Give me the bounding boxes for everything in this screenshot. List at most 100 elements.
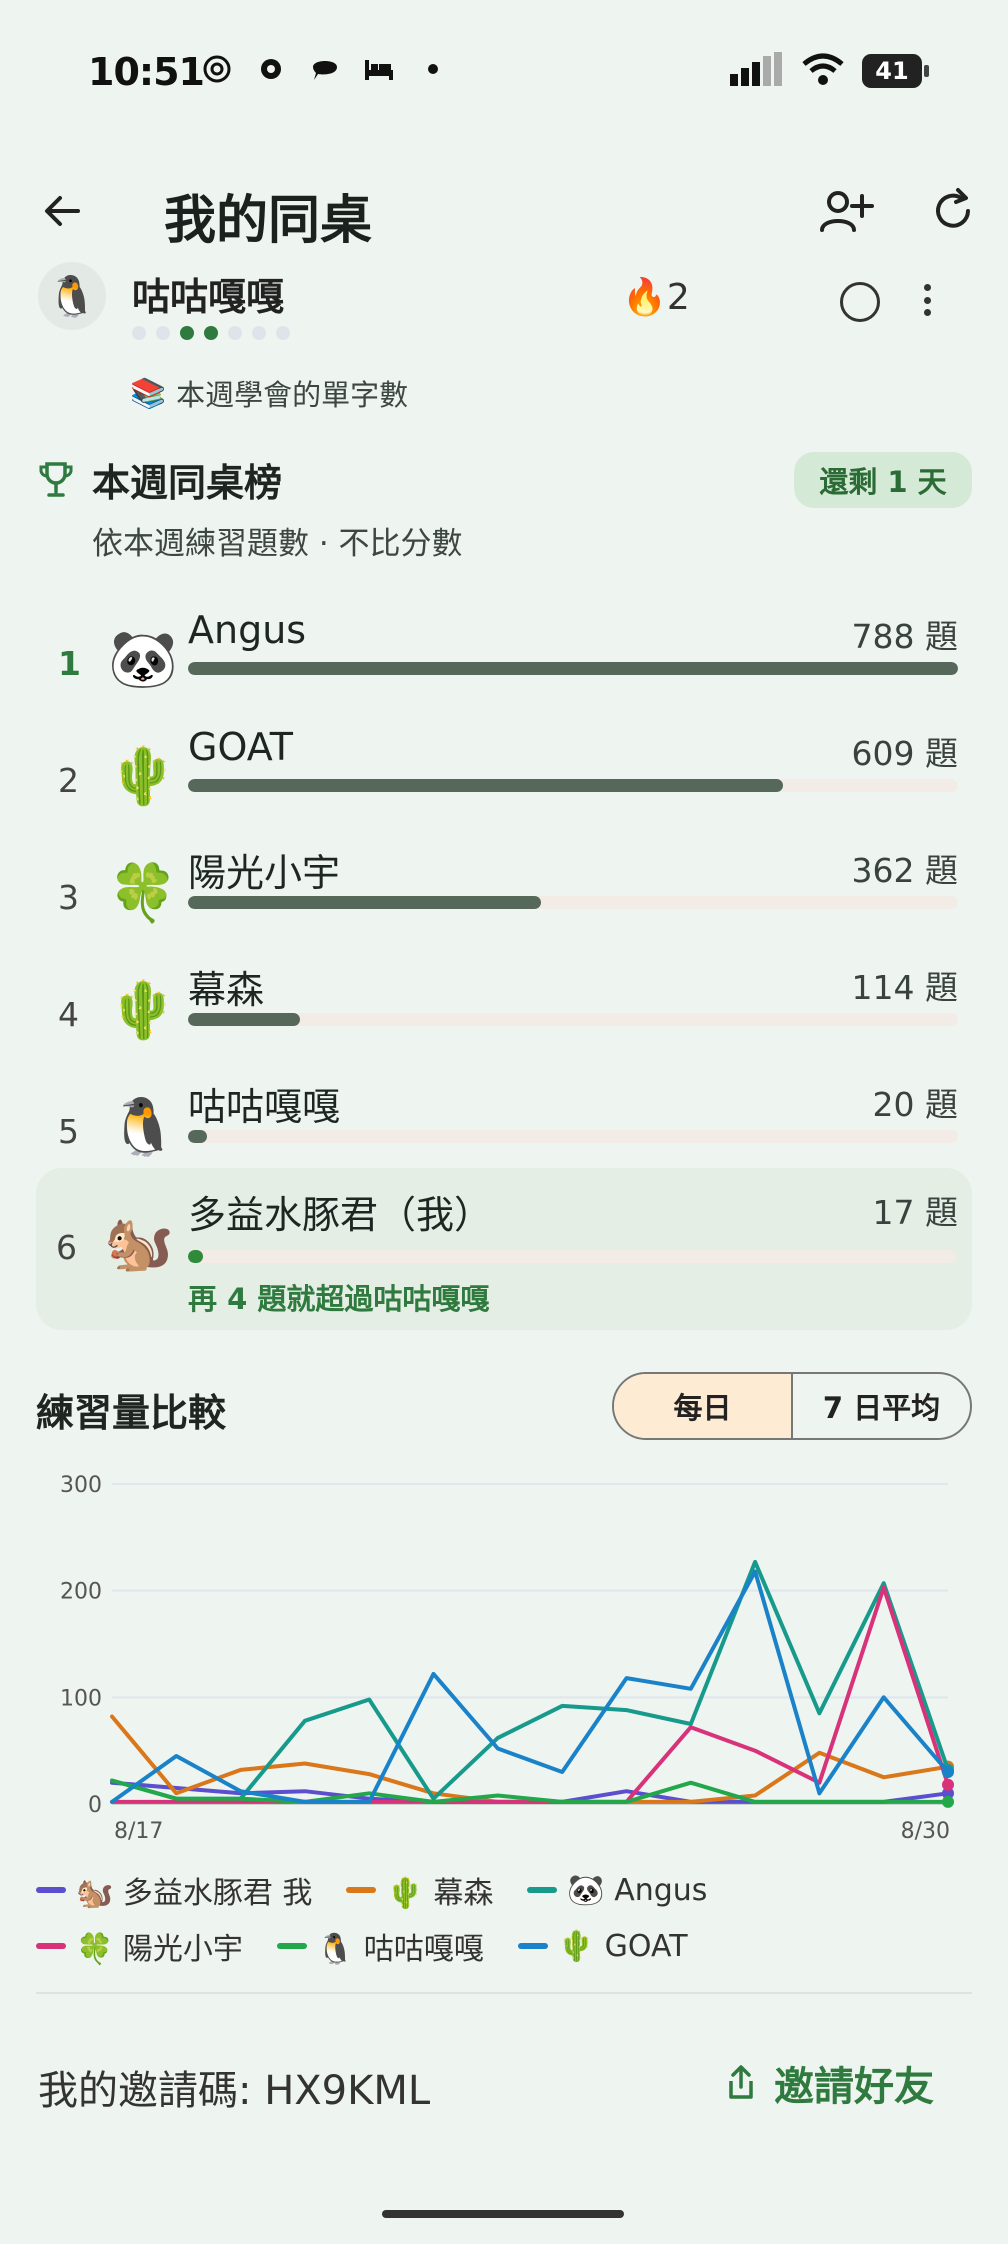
activity-dot (276, 326, 290, 340)
progress-track (188, 779, 958, 792)
refresh-button[interactable] (928, 186, 978, 236)
member-name: 陽光小宇 (188, 851, 341, 895)
leaderboard-row[interactable]: 2 🌵 GOAT 609 題 (38, 721, 972, 837)
y-tick-label: 200 (60, 1580, 102, 1605)
leaderboard-row[interactable]: 3 🍀 陽光小宇 362 題 (38, 838, 972, 954)
overtake-hint: 再 4 題就超過咕咕嘎嘎 (188, 1282, 490, 1316)
legend-item: 🐼 Angus (527, 1873, 707, 1908)
kebab-dot (923, 296, 931, 304)
progress-fill (188, 662, 958, 675)
progress-track (188, 1013, 958, 1026)
activity-dot (156, 326, 170, 340)
add-friend-button[interactable] (818, 186, 874, 236)
my-leaderboard-row[interactable]: 6 🐿️ 多益水豚君（我） 17 題 再 4 題就超過咕咕嘎嘎 (36, 1168, 972, 1330)
question-count: 17 題 (872, 1193, 958, 1232)
legend-label: 🐿️ 多益水豚君 我 (76, 1876, 313, 1911)
kebab-dot (923, 309, 931, 316)
more-notifications-icon (416, 52, 450, 86)
question-count: 788 題 (851, 617, 958, 656)
series-end-point (942, 1795, 954, 1808)
streak-badge: 🔥2 (622, 277, 690, 318)
legend-swatch (346, 1887, 377, 1893)
activity-dot (204, 326, 218, 340)
person-add-icon (820, 191, 874, 232)
notification-icons (200, 52, 450, 86)
series-line (110, 1559, 950, 1801)
member-name: GOAT (188, 725, 293, 769)
member-name: 幕森 (188, 968, 265, 1012)
squirrel-avatar-icon: 🐿️ (104, 1211, 174, 1276)
invite-friends-button[interactable]: 邀請好友 (726, 2054, 934, 2112)
system-status: 41 (730, 52, 929, 90)
legend-item: 🌵 GOAT (517, 1928, 688, 1964)
weekly-words-row: 📚 本週學會的單字數 (130, 372, 408, 414)
tab-daily[interactable]: 每日 (614, 1374, 793, 1438)
chart-legend-row: 🐿️ 多益水豚君 我 🌵 幕森 🐼 Angus (36, 1868, 976, 1912)
period-toggle: 每日 7 日平均 (612, 1372, 972, 1440)
comparison-title: 練習量比較 (36, 1391, 227, 1435)
progress-fill (188, 896, 542, 909)
cactus-avatar-icon: 🌵 (108, 744, 178, 809)
y-tick-label: 0 (88, 1793, 102, 1818)
signal-icon (730, 52, 784, 90)
weekly-activity-dots (132, 326, 290, 340)
question-count: 20 題 (872, 1085, 958, 1124)
member-name: 咕咕嘎嘎 (188, 1085, 341, 1129)
activity-dot (252, 326, 266, 340)
question-count: 114 題 (851, 968, 958, 1007)
member-name: 多益水豚君（我） (188, 1193, 493, 1237)
more-options-button[interactable] (912, 280, 942, 320)
progress-track (188, 662, 958, 675)
weekly-words-label: 本週學會的單字數 (176, 378, 409, 412)
friend-name[interactable]: 咕咕嘎嘎 (132, 266, 284, 321)
refresh-icon (936, 188, 970, 228)
practice-line-chart: 0 100 200 300 8/17 8/30 (60, 1473, 954, 1844)
days-left-badge: 還剩 1 天 (794, 452, 972, 508)
legend-swatch (517, 1943, 548, 1949)
penguin-avatar-icon: 🐧 (108, 1095, 178, 1160)
friend-avatar[interactable]: 🐧 (38, 262, 106, 330)
progress-fill (188, 1250, 204, 1263)
leaderboard-row[interactable]: 1 🐼 Angus 788 題 (38, 604, 972, 720)
share-icon (729, 2065, 753, 2099)
settings-cog-icon (254, 52, 288, 86)
wifi-icon (802, 52, 844, 90)
chat-bubble-icon (308, 52, 342, 86)
activity-dot (180, 326, 194, 340)
progress-fill (188, 1013, 300, 1026)
arrow-left-icon (45, 196, 80, 226)
rank-number: 4 (58, 995, 79, 1034)
progress-fill (188, 779, 784, 792)
books-icon: 📚 (130, 375, 167, 410)
rank-number: 2 (58, 761, 79, 800)
kebab-dot (923, 284, 931, 291)
legend-label: 🌵 幕森 (386, 1876, 494, 1911)
trophy-icon (38, 460, 74, 500)
legend-swatch (527, 1887, 558, 1893)
home-indicator[interactable] (382, 2210, 624, 2218)
y-tick-label: 300 (60, 1473, 102, 1498)
back-button[interactable] (38, 186, 88, 236)
legend-item: 🍀 陽光小宇 (36, 1924, 243, 1968)
legend-label: 🐼 Angus (567, 1872, 708, 1908)
legend-swatch (36, 1887, 66, 1893)
question-count: 609 題 (851, 734, 958, 773)
panda-avatar-icon: 🐼 (108, 627, 178, 692)
member-name: Angus (188, 608, 307, 652)
battery-icon: 41 (862, 54, 929, 88)
chart-legend-row: 🍀 陽光小宇 🐧 咕咕嘎嘎 🌵 GOAT (36, 1924, 976, 1968)
leaderboard-subtitle: 依本週練習題數 · 不比分數 (92, 526, 463, 562)
legend-swatch (276, 1943, 307, 1949)
activity-dot (228, 326, 242, 340)
select-circle-button[interactable] (840, 282, 880, 322)
x-tick-label: 8/30 (901, 1819, 950, 1844)
legend-label: 🌵 GOAT (557, 1928, 688, 1964)
progress-fill (188, 1130, 208, 1143)
leaderboard-row[interactable]: 4 🌵 幕森 114 題 (38, 955, 972, 1071)
bed-icon (362, 52, 396, 86)
progress-track (188, 1130, 958, 1143)
tab-7day-average[interactable]: 7 日平均 (793, 1374, 970, 1438)
divider (36, 1992, 972, 1994)
progress-track (188, 896, 958, 909)
leaderboard-title: 本週同桌榜 (92, 461, 283, 505)
